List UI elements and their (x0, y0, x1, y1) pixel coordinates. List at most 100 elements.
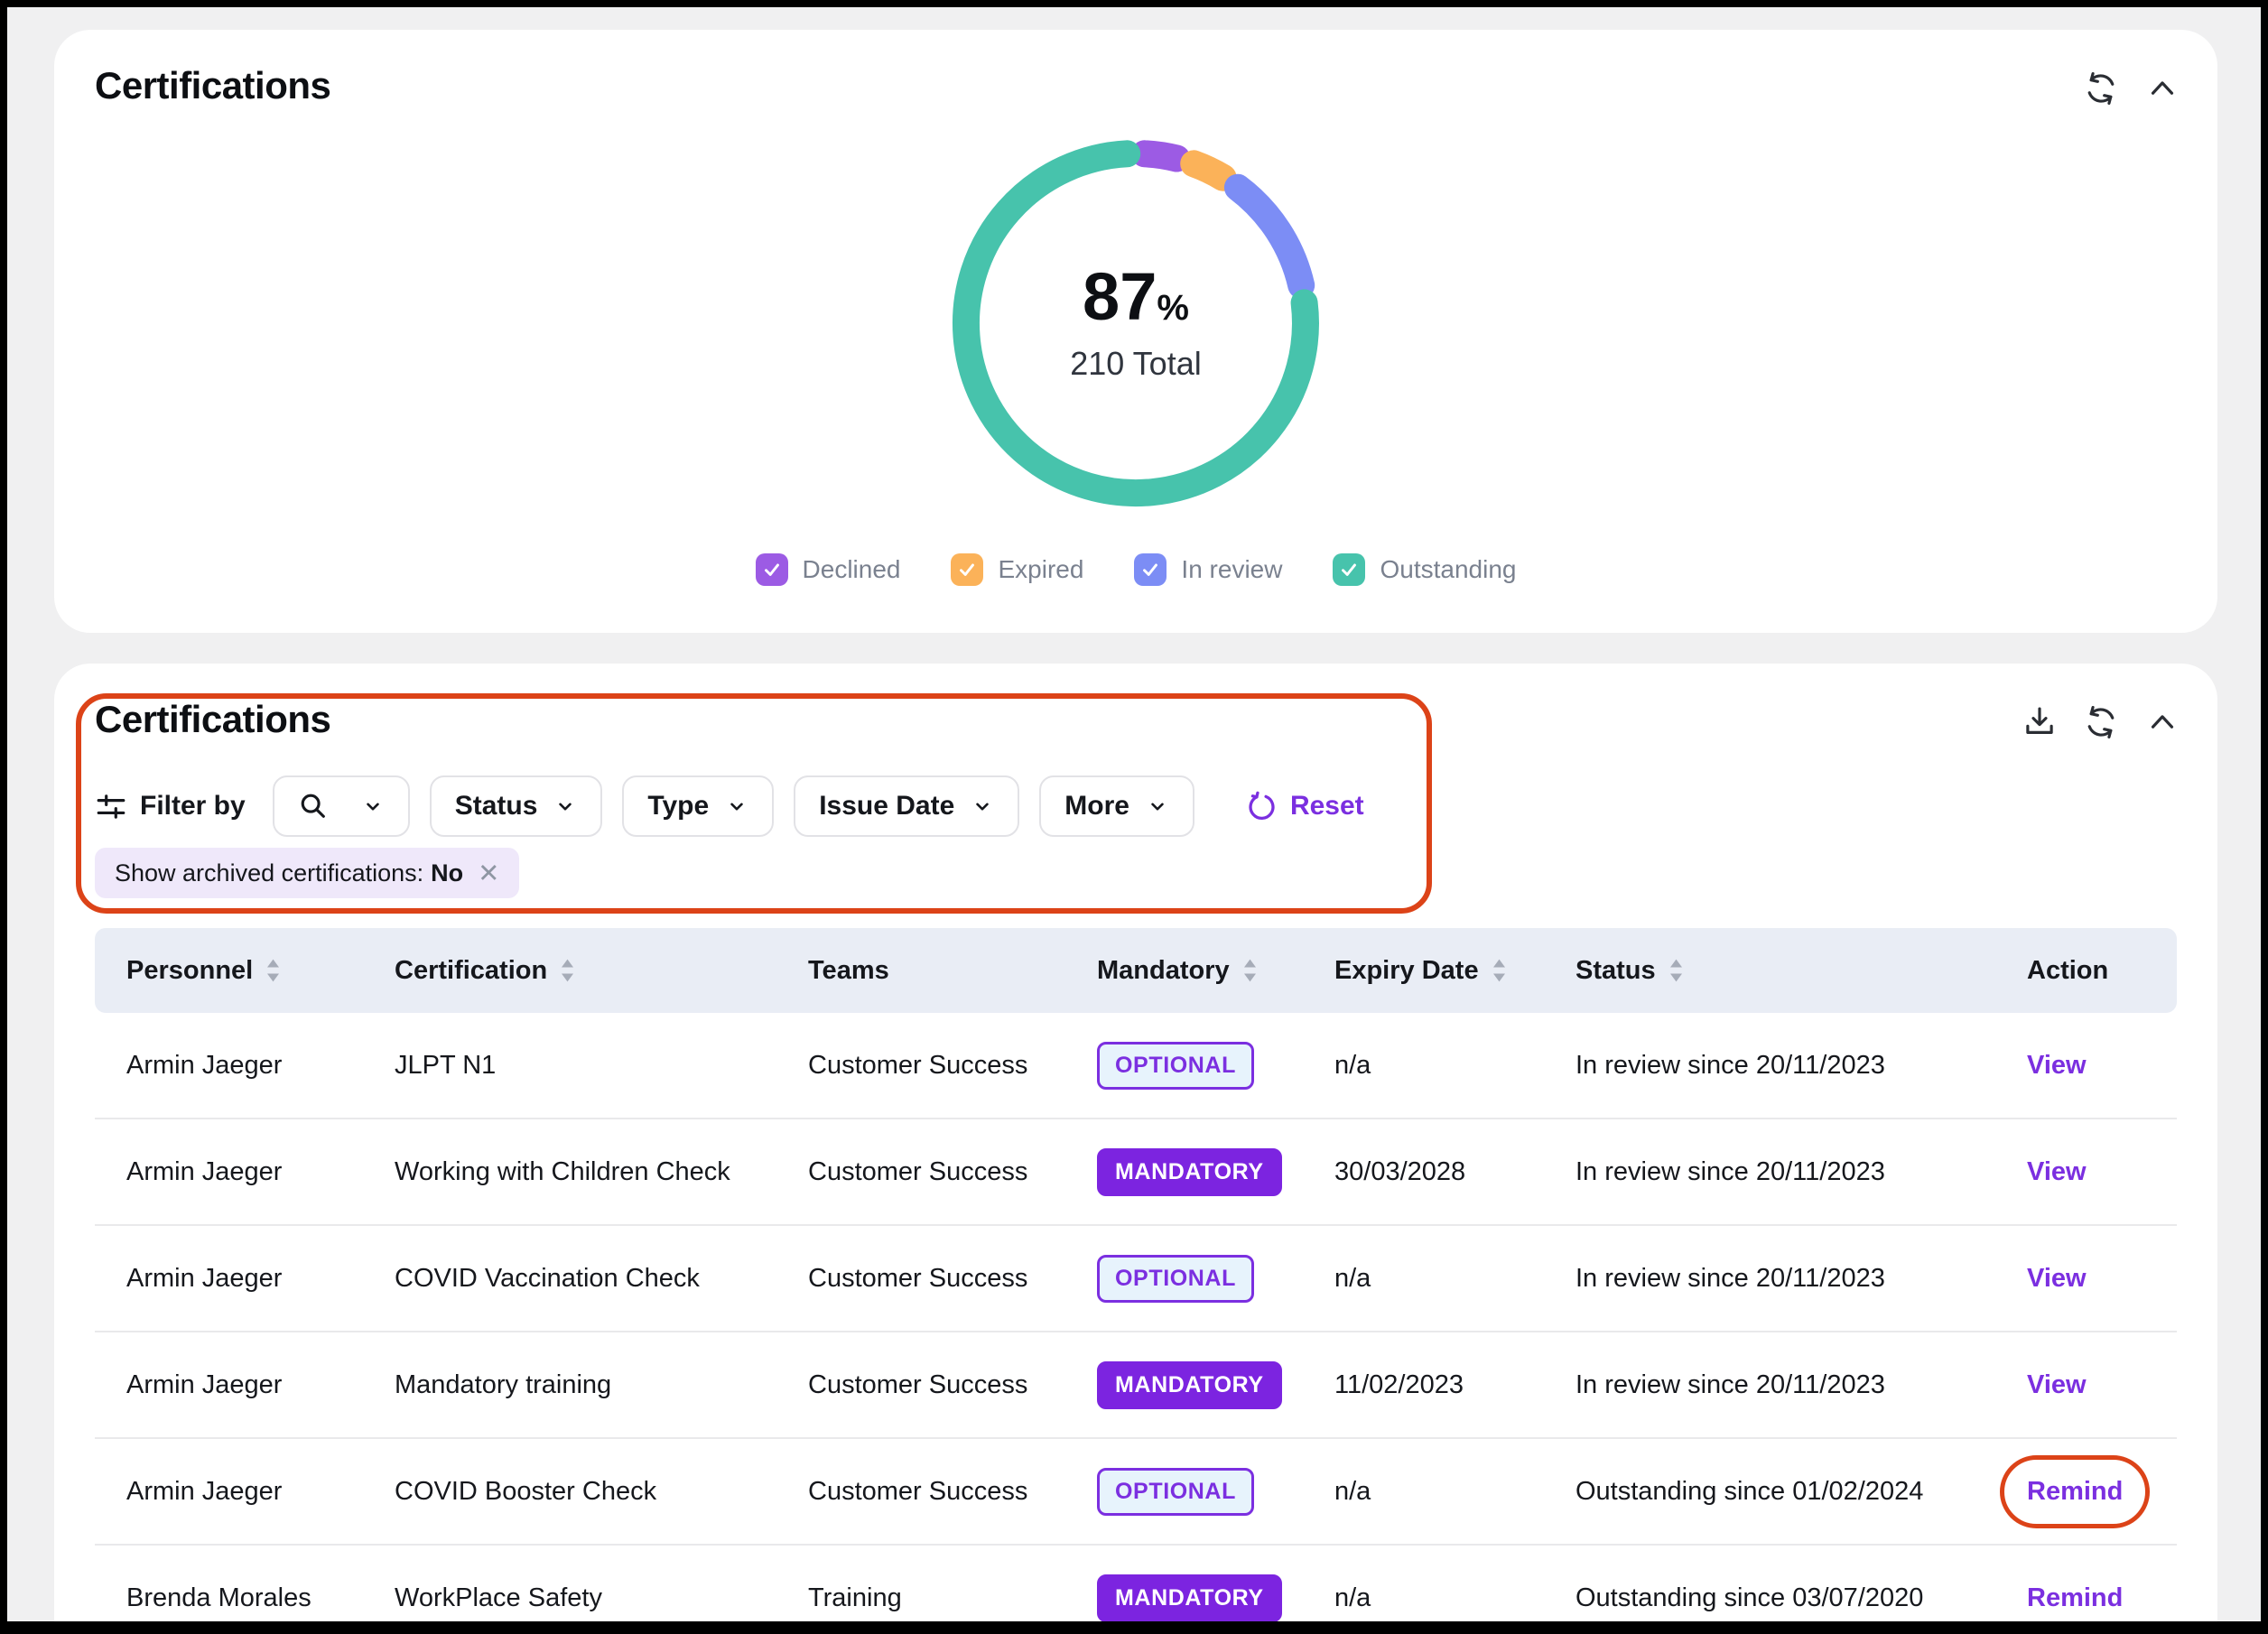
table-row: Armin JaegerJLPT N1Customer SuccessOPTIO… (95, 1013, 2177, 1119)
more-filter-button[interactable]: More (1039, 775, 1194, 837)
cell-action: Remind (2027, 1477, 2177, 1507)
cell-mandatory: OPTIONAL (1097, 1255, 1334, 1303)
remind-link[interactable]: Remind (2027, 1477, 2123, 1506)
column-label-teams: Teams (808, 956, 889, 986)
view-link[interactable]: View (2027, 1157, 2087, 1186)
mandatory-badge: MANDATORY (1097, 1148, 1282, 1196)
column-label-certification: Certification (395, 956, 547, 986)
column-label-personnel: Personnel (126, 956, 253, 986)
check-icon (1139, 558, 1162, 581)
table-row: Brenda MoralesWorkPlace SafetyTrainingMA… (95, 1546, 2177, 1621)
mandatory-badge: OPTIONAL (1097, 1468, 1254, 1516)
cell-expiry-date: n/a (1334, 1051, 1576, 1081)
cell-status: In review since 20/11/2023 (1576, 1370, 2027, 1400)
cell-status: Outstanding since 01/02/2024 (1576, 1477, 2027, 1507)
view-link[interactable]: View (2027, 1264, 2087, 1293)
cell-teams: Customer Success (808, 1264, 1097, 1294)
table-card-title: Certifications (95, 698, 330, 741)
reset-label: Reset (1290, 791, 1364, 822)
legend-item-outstanding: Outstanding (1333, 553, 1516, 586)
sort-icon[interactable] (1668, 959, 1684, 982)
reset-filters-button[interactable]: Reset (1245, 790, 1364, 822)
mandatory-badge: MANDATORY (1097, 1574, 1282, 1622)
type-filter-button[interactable]: Type (622, 775, 774, 837)
cell-action: View (2027, 1264, 2177, 1294)
column-header-certification[interactable]: Certification (395, 956, 808, 986)
mandatory-badge: OPTIONAL (1097, 1255, 1254, 1303)
chevron-down-icon (725, 794, 748, 818)
download-icon[interactable] (2021, 703, 2059, 741)
view-link[interactable]: View (2027, 1051, 2087, 1080)
refresh-icon[interactable] (2082, 70, 2120, 107)
table-row: Armin JaegerCOVID Vaccination CheckCusto… (95, 1226, 2177, 1332)
cell-teams: Training (808, 1583, 1097, 1613)
sort-icon[interactable] (560, 959, 575, 982)
cell-teams: Customer Success (808, 1370, 1097, 1400)
mandatory-badge: OPTIONAL (1097, 1042, 1254, 1090)
legend-checkbox-declined[interactable] (756, 553, 788, 586)
status-filter-button[interactable]: Status (430, 775, 603, 837)
legend-checkbox-in-review[interactable] (1134, 553, 1167, 586)
close-icon[interactable]: ✕ (478, 858, 499, 889)
cell-personnel: Armin Jaeger (126, 1370, 395, 1400)
archived-filter-chip[interactable]: Show archived certifications: No ✕ (95, 848, 519, 898)
legend-label-in-review: In review (1181, 555, 1282, 584)
column-header-action: Action (2027, 956, 2177, 986)
certifications-table-card: Certifications (54, 664, 2217, 1621)
chevron-down-icon (1146, 794, 1169, 818)
filter-bar: Filter by Status Type (95, 775, 1364, 837)
cell-teams: Customer Success (808, 1051, 1097, 1081)
cell-certification: JLPT N1 (395, 1051, 808, 1081)
issue-date-filter-label: Issue Date (819, 791, 954, 822)
legend-checkbox-expired[interactable] (951, 553, 983, 586)
cell-action: View (2027, 1370, 2177, 1400)
view-link[interactable]: View (2027, 1370, 2087, 1399)
cell-personnel: Armin Jaeger (126, 1157, 395, 1187)
column-header-status[interactable]: Status (1576, 956, 2027, 986)
cell-status: In review since 20/11/2023 (1576, 1051, 2027, 1081)
cell-personnel: Armin Jaeger (126, 1051, 395, 1081)
cell-expiry-date: n/a (1334, 1264, 1576, 1294)
column-header-expiry-date[interactable]: Expiry Date (1334, 956, 1576, 986)
cell-teams: Customer Success (808, 1477, 1097, 1507)
cell-expiry-date: n/a (1334, 1583, 1576, 1613)
sort-icon[interactable] (1242, 959, 1258, 982)
column-header-mandatory[interactable]: Mandatory (1097, 956, 1334, 986)
filter-by-label: Filter by (95, 790, 246, 822)
legend-label-outstanding: Outstanding (1380, 555, 1516, 584)
column-label-mandatory: Mandatory (1097, 956, 1230, 986)
cell-mandatory: MANDATORY (1097, 1574, 1334, 1622)
cell-mandatory: MANDATORY (1097, 1361, 1334, 1409)
legend-label-declined: Declined (803, 555, 901, 584)
cell-certification: COVID Booster Check (395, 1477, 808, 1507)
donut-percent-value: 87% (1083, 264, 1189, 330)
collapse-icon[interactable] (2143, 703, 2181, 741)
refresh-icon[interactable] (2082, 703, 2120, 741)
cell-expiry-date: n/a (1334, 1477, 1576, 1507)
sort-icon[interactable] (1492, 959, 1507, 982)
cell-status: In review since 20/11/2023 (1576, 1157, 2027, 1187)
cell-expiry-date: 30/03/2028 (1334, 1157, 1576, 1187)
legend-item-expired: Expired (951, 553, 1083, 586)
search-filter-button[interactable] (273, 775, 410, 837)
cell-mandatory: OPTIONAL (1097, 1468, 1334, 1516)
remind-link[interactable]: Remind (2027, 1583, 2123, 1612)
cell-mandatory: OPTIONAL (1097, 1042, 1334, 1090)
sort-icon[interactable] (265, 959, 281, 982)
table-header-row: Personnel Certification Teams Mandatory Expi… (95, 928, 2177, 1013)
legend-checkbox-outstanding[interactable] (1333, 553, 1365, 586)
cell-status: Outstanding since 03/07/2020 (1576, 1583, 2027, 1613)
issue-date-filter-button[interactable]: Issue Date (794, 775, 1019, 837)
legend-item-declined: Declined (756, 553, 901, 586)
annotation-remind-highlight: Remind (2027, 1477, 2123, 1507)
mandatory-badge: MANDATORY (1097, 1361, 1282, 1409)
more-filter-label: More (1064, 791, 1129, 822)
column-header-personnel[interactable]: Personnel (126, 956, 395, 986)
table-row: Armin JaegerCOVID Booster CheckCustomer … (95, 1439, 2177, 1546)
reset-icon (1245, 790, 1278, 822)
sliders-icon (95, 790, 127, 822)
collapse-icon[interactable] (2143, 70, 2181, 107)
cell-certification: COVID Vaccination Check (395, 1264, 808, 1294)
chevron-down-icon (553, 794, 577, 818)
cell-personnel: Brenda Morales (126, 1583, 395, 1613)
